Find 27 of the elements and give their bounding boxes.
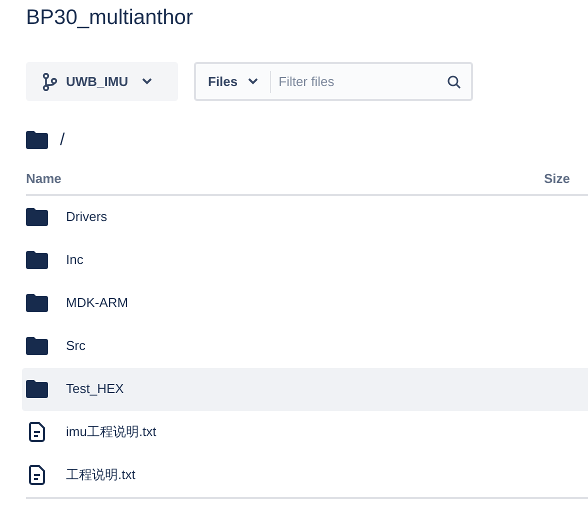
file-name: imu工程说明.txt (66, 423, 156, 442)
column-header[interactable]: Name (26, 169, 62, 188)
folder-icon (26, 337, 48, 355)
column-header[interactable]: Size (544, 169, 570, 188)
file-name: Drivers (66, 208, 108, 226)
filter-field[interactable]: Files Filter files (194, 62, 473, 101)
folder-icon (26, 294, 48, 312)
folder-icon (26, 208, 48, 226)
branch-button[interactable]: UWB_IMU (26, 62, 178, 101)
repository-title: BP30_multianthor (26, 5, 194, 31)
folder-icon (26, 251, 48, 269)
folder-icon (26, 131, 48, 149)
breadcrumb-path[interactable]: / (60, 127, 65, 153)
scope-dropdown[interactable]: Files (196, 70, 271, 92)
branch-icon (42, 72, 58, 90)
file-icon (29, 422, 45, 442)
caret-icon (248, 78, 258, 85)
file-name: Src (66, 337, 86, 356)
file-row[interactable]: Test_HEX (22, 368, 588, 410)
file-name: 工程说明.txt (66, 466, 136, 484)
file-name: Inc (66, 251, 84, 270)
caret-icon (142, 78, 152, 85)
file-icon (29, 465, 45, 485)
file-name: Test_HEX (66, 380, 124, 398)
folder-icon (26, 380, 48, 398)
file-name: MDK-ARM (66, 294, 128, 312)
search-icon (447, 74, 461, 88)
